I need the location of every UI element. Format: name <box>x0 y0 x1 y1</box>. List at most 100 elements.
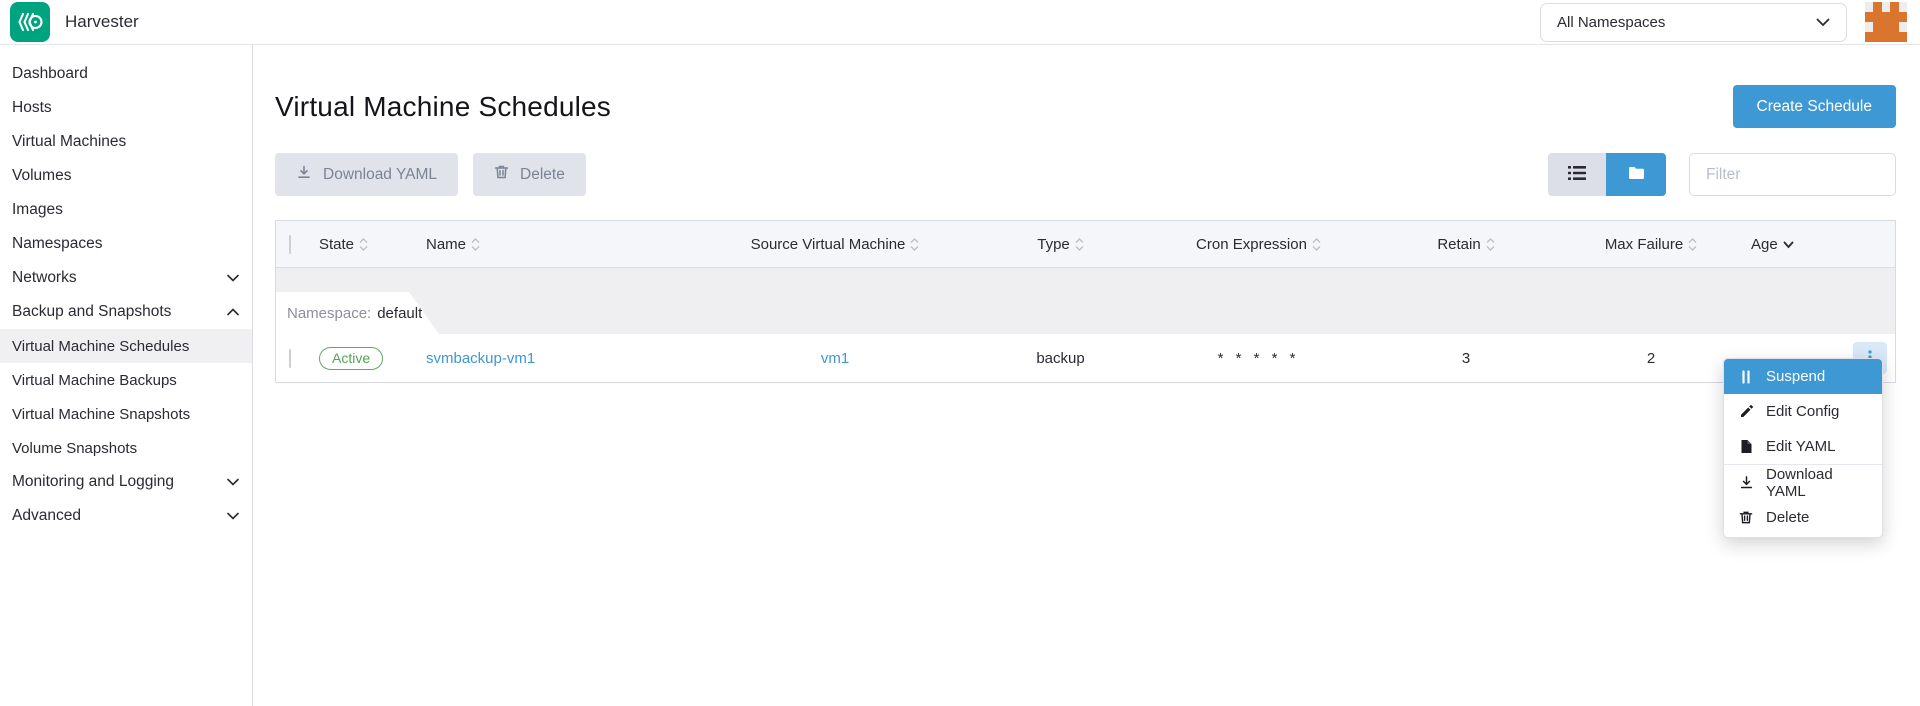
sort-icon <box>1312 238 1321 251</box>
chevron-down-icon <box>227 274 239 282</box>
harvester-logo-icon <box>10 2 50 42</box>
sidebar-item-namespaces[interactable]: Namespaces <box>0 227 252 261</box>
column-header-state[interactable]: State <box>319 236 426 253</box>
menu-item-delete[interactable]: Delete <box>1724 500 1882 535</box>
group-row-band: Namespace: default <box>276 268 1895 334</box>
column-label: Max Failure <box>1605 236 1683 253</box>
menu-item-label: Edit Config <box>1766 403 1839 420</box>
sidebar-nav: Dashboard Hosts Virtual Machines Volumes… <box>0 45 253 706</box>
column-header-name[interactable]: Name <box>426 236 685 253</box>
chevron-down-icon <box>1816 14 1830 31</box>
download-icon <box>1738 475 1754 491</box>
sidebar-item-volume-snapshots[interactable]: Volume Snapshots <box>0 431 252 465</box>
row-actions-menu: Suspend Edit Config Edit YAML Download Y… <box>1723 358 1883 538</box>
main-content: Virtual Machine Schedules Create Schedul… <box>253 45 1920 706</box>
column-header-type[interactable]: Type <box>985 236 1136 253</box>
column-label: State <box>319 236 354 253</box>
sidebar-item-backup-and-snapshots[interactable]: Backup and Snapshots <box>0 295 252 329</box>
download-yaml-label: Download YAML <box>323 166 437 184</box>
delete-button[interactable]: Delete <box>473 153 586 196</box>
namespace-select[interactable]: All Namespaces <box>1540 3 1847 42</box>
sort-icon <box>359 238 368 251</box>
sort-icon <box>1688 238 1697 251</box>
sidebar-item-label: Hosts <box>12 99 52 117</box>
column-label: Source Virtual Machine <box>751 236 906 253</box>
create-schedule-button[interactable]: Create Schedule <box>1733 85 1896 128</box>
schedule-name-link[interactable]: svmbackup-vm1 <box>426 350 535 367</box>
max-failure-cell: 2 <box>1647 350 1655 367</box>
app-name: Harvester <box>65 12 139 32</box>
sidebar-item-monitoring-and-logging[interactable]: Monitoring and Logging <box>0 465 252 499</box>
user-avatar-identicon[interactable] <box>1865 2 1907 42</box>
cron-expression-cell: * * * * * <box>1218 350 1300 367</box>
view-mode-toggle <box>1548 153 1666 196</box>
top-bar: Harvester All Namespaces <box>0 0 1920 45</box>
sidebar-item-label: Networks <box>12 269 77 287</box>
brand-link[interactable]: Harvester <box>0 2 139 42</box>
chevron-down-icon <box>227 478 239 486</box>
sidebar-item-virtual-machines[interactable]: Virtual Machines <box>0 125 252 159</box>
filter-input[interactable] <box>1689 153 1896 196</box>
column-label: Type <box>1037 236 1070 253</box>
trash-icon <box>494 164 509 185</box>
sidebar-item-label: Volumes <box>12 167 71 185</box>
chevron-down-icon <box>227 512 239 520</box>
column-header-max-failure[interactable]: Max Failure <box>1551 236 1751 253</box>
menu-item-edit-yaml[interactable]: Edit YAML <box>1724 429 1882 464</box>
menu-item-label: Delete <box>1766 509 1809 526</box>
namespace-select-value: All Namespaces <box>1557 14 1665 31</box>
pencil-icon <box>1738 404 1754 420</box>
type-cell: backup <box>1036 350 1084 367</box>
sidebar-item-virtual-machine-schedules[interactable]: Virtual Machine Schedules <box>0 329 252 363</box>
sort-icon <box>471 238 480 251</box>
sidebar-item-images[interactable]: Images <box>0 193 252 227</box>
column-label: Age <box>1751 236 1778 253</box>
menu-item-suspend[interactable]: Suspend <box>1724 359 1882 394</box>
column-label: Name <box>426 236 466 253</box>
sidebar-item-hosts[interactable]: Hosts <box>0 91 252 125</box>
sidebar-item-virtual-machine-backups[interactable]: Virtual Machine Backups <box>0 363 252 397</box>
menu-item-label: Edit YAML <box>1766 438 1835 455</box>
sidebar-item-volumes[interactable]: Volumes <box>0 159 252 193</box>
sort-desc-icon <box>1783 236 1794 253</box>
sidebar-item-label: Monitoring and Logging <box>12 473 174 491</box>
sidebar-item-networks[interactable]: Networks <box>0 261 252 295</box>
sidebar-item-label: Advanced <box>12 507 81 525</box>
list-view-icon <box>1568 166 1586 184</box>
select-all-checkbox[interactable] <box>289 235 291 254</box>
column-label: Retain <box>1437 236 1480 253</box>
retain-cell: 3 <box>1462 350 1470 367</box>
trash-icon <box>1738 510 1754 526</box>
sidebar-item-label: Volume Snapshots <box>12 440 137 457</box>
group-value: default <box>377 305 422 322</box>
download-yaml-button[interactable]: Download YAML <box>275 153 458 196</box>
column-header-cron-expression[interactable]: Cron Expression <box>1136 236 1381 253</box>
sidebar-item-label: Virtual Machine Schedules <box>12 338 189 355</box>
row-checkbox[interactable] <box>289 349 291 368</box>
column-label: Cron Expression <box>1196 236 1307 253</box>
column-header-retain[interactable]: Retain <box>1381 236 1551 253</box>
schedules-table: State Name Source Virtual Machine <box>275 220 1896 383</box>
column-header-age[interactable]: Age <box>1751 236 1841 253</box>
topbar-right: All Namespaces <box>1540 2 1920 42</box>
sidebar-item-advanced[interactable]: Advanced <box>0 499 252 533</box>
source-vm-link[interactable]: vm1 <box>821 350 849 367</box>
menu-item-label: Download YAML <box>1766 466 1868 500</box>
page-title: Virtual Machine Schedules <box>275 91 611 123</box>
sort-icon <box>910 238 919 251</box>
sidebar-item-dashboard[interactable]: Dashboard <box>0 57 252 91</box>
list-view-button[interactable] <box>1548 153 1606 196</box>
menu-item-edit-config[interactable]: Edit Config <box>1724 394 1882 429</box>
sidebar-item-label: Backup and Snapshots <box>12 303 171 321</box>
sort-icon <box>1075 238 1084 251</box>
bulk-actions-toolbar: Download YAML Delete <box>275 153 1896 196</box>
folder-view-icon <box>1628 166 1645 184</box>
grouped-view-button[interactable] <box>1606 153 1666 196</box>
sidebar-item-virtual-machine-snapshots[interactable]: Virtual Machine Snapshots <box>0 397 252 431</box>
table-header-row: State Name Source Virtual Machine <box>276 221 1895 268</box>
menu-item-download-yaml[interactable]: Download YAML <box>1724 465 1882 500</box>
column-header-source-virtual-machine[interactable]: Source Virtual Machine <box>685 236 985 253</box>
sidebar-item-label: Virtual Machines <box>12 133 126 151</box>
delete-label: Delete <box>520 166 565 184</box>
menu-item-label: Suspend <box>1766 368 1825 385</box>
